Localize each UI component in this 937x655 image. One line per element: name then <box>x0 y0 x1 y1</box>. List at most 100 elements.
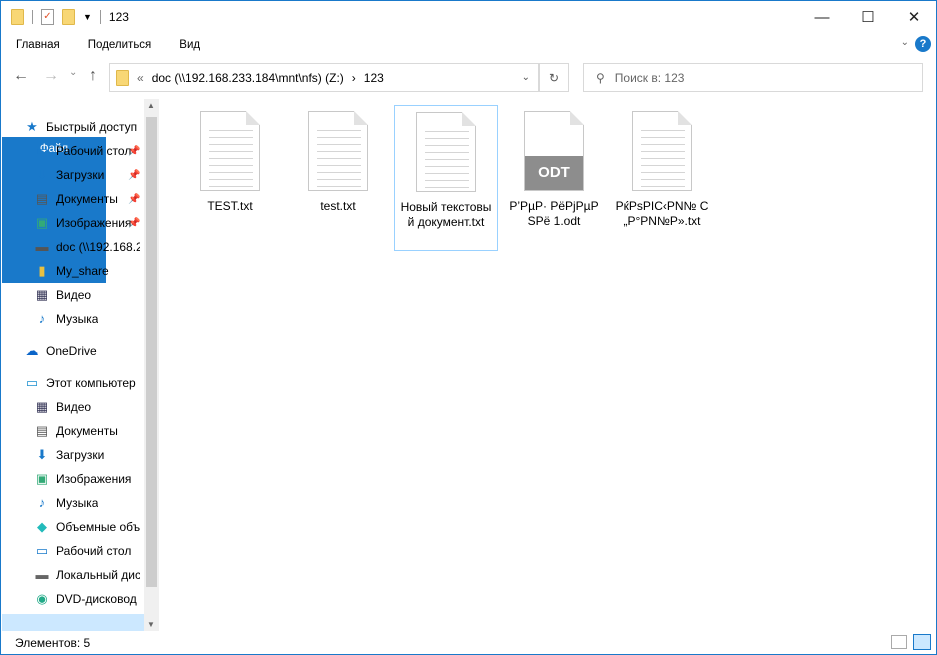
odt-badge: ODT <box>525 156 583 190</box>
sidebar-item-label: OneDrive <box>46 344 97 358</box>
recent-locations-icon[interactable]: ⌄ <box>69 67 77 95</box>
overflow-chevron[interactable]: « <box>137 71 144 85</box>
breadcrumb-drive[interactable]: doc (\\192.168.233.184\mnt\nfs) (Z:) <box>152 71 344 85</box>
up-button[interactable]: ↑ <box>89 67 97 95</box>
back-button[interactable]: ← <box>13 67 29 95</box>
sidebar-item[interactable]: ⬇ Загрузки <box>34 444 105 466</box>
sidebar-item-label: Быстрый доступ <box>46 120 138 134</box>
sidebar-item[interactable]: ▣ Изображения 📌 <box>34 212 141 234</box>
refresh-button[interactable]: ↻ <box>539 63 569 92</box>
forward-button[interactable]: → <box>43 67 59 95</box>
properties-icon[interactable]: ✓ <box>41 9 54 25</box>
divider <box>99 10 101 24</box>
navigation-pane: ★ Быстрый доступ ▭ Рабочий стол 📌 ⬇ Загрузки 📌 ▤… <box>2 99 158 631</box>
file-item[interactable]: TEST.txt <box>178 105 282 251</box>
sidebar-item-label: Документы <box>56 192 118 206</box>
sidebar-scrollbar[interactable]: ▲ ▼ <box>144 99 159 631</box>
new-folder-icon[interactable] <box>62 9 75 25</box>
pictures-icon: ▣ <box>35 471 49 486</box>
sidebar-item[interactable]: ▦ Видео <box>34 284 91 306</box>
sidebar-item-label: Изображения <box>56 216 132 230</box>
sidebar-item[interactable]: ▤ Документы <box>34 420 118 442</box>
details-view-button[interactable] <box>891 635 907 649</box>
sidebar-item[interactable]: ◉ DVD-дисковод (D:) <box>34 588 140 610</box>
sidebar-item-label: Видео <box>56 400 92 414</box>
music-icon: ♪ <box>38 495 46 510</box>
sidebar-item[interactable]: ☁ OneDrive <box>24 340 97 362</box>
customize-toolbar-icon[interactable]: ▼ <box>83 12 92 22</box>
explorer-window: ✓ ▼ 123 — ☐ ✕ Файл Главная Поделиться Ви… <box>0 0 937 655</box>
sidebar-item-label: Музыка <box>56 312 99 326</box>
sidebar-item[interactable]: ★ Быстрый доступ <box>24 116 137 138</box>
sidebar-item[interactable]: ▤ Документы 📌 <box>34 188 141 210</box>
file-item[interactable]: ODT P’PµP· PëPjPµPSPë 1.odt <box>502 105 606 251</box>
odt-file-icon: ODT <box>524 111 584 191</box>
sidebar-item-label: Видео <box>56 288 92 302</box>
sidebar-item[interactable]: ▭ Этот компьютер <box>24 372 136 394</box>
video-icon: ▦ <box>35 287 49 302</box>
sidebar-item-label: Изображения <box>56 472 132 486</box>
sidebar-item[interactable]: ▬ Локальный диск (C:) <box>34 564 141 586</box>
sidebar-item[interactable]: ▣ Изображения <box>34 468 132 490</box>
3d-objects-icon: ◆ <box>37 519 47 534</box>
desktop-icon: ▭ <box>35 543 49 558</box>
sidebar-item[interactable]: ▭ Рабочий стол <box>34 540 131 562</box>
music-icon: ♪ <box>38 311 46 326</box>
sidebar-item-label: Загрузки <box>56 168 105 182</box>
scrollbar-thumb[interactable] <box>146 117 157 587</box>
file-name: Новый текстовый документ.txt <box>400 200 492 229</box>
sidebar-item[interactable]: ▮ My_share <box>34 260 109 282</box>
title-bar: ✓ ▼ 123 — ☐ ✕ <box>1 1 936 33</box>
sidebar-item[interactable]: ▦ Видео <box>34 396 91 418</box>
breadcrumb-separator[interactable]: › <box>352 71 356 85</box>
minimize-button[interactable]: — <box>799 1 845 33</box>
divider <box>32 10 33 24</box>
pin-icon[interactable]: 📌 <box>128 170 140 181</box>
download-icon: ⬇ <box>36 167 48 182</box>
tab-view[interactable]: Вид <box>165 33 214 57</box>
search-input[interactable]: ⚲ Поиск в: 123 <box>583 63 923 92</box>
close-button[interactable]: ✕ <box>891 1 937 33</box>
large-icons-view-button[interactable] <box>913 634 931 650</box>
sidebar-item[interactable]: ♪ Музыка <box>34 492 99 514</box>
file-item[interactable]: test.txt <box>286 105 390 251</box>
file-item[interactable]: Новый текстовый документ.txt <box>394 105 498 251</box>
ribbon-tabs: Файл Главная Поделиться Вид ⌄ ? <box>2 33 935 283</box>
shared-folder-icon: ▮ <box>38 263 46 278</box>
sidebar-item[interactable]: ♪ Музыка <box>34 308 99 330</box>
sidebar-item[interactable]: ⬇ Загрузки 📌 <box>34 164 141 186</box>
file-name: TEST.txt <box>207 199 253 213</box>
sidebar-item-label: DVD-дисковод (D:) <box>56 592 140 606</box>
documents-icon: ▤ <box>35 423 49 438</box>
help-icon[interactable]: ? <box>915 36 931 52</box>
sidebar-item-label: Локальный диск (C:) <box>56 568 140 582</box>
file-name: test.txt <box>320 199 356 213</box>
sidebar-item-label: My_share <box>56 264 109 278</box>
tab-share[interactable]: Поделиться <box>74 33 166 57</box>
address-dropdown-icon[interactable]: ⌄ <box>522 72 530 83</box>
sidebar-item-label: doc (\\192.168.233.184\mnt\nfs) (Z:) <box>56 240 140 254</box>
pin-icon[interactable]: 📌 <box>128 146 140 157</box>
address-bar[interactable]: « doc (\\192.168.233.184\mnt\nfs) (Z:) ›… <box>109 63 539 92</box>
star-icon: ★ <box>26 119 38 134</box>
expand-ribbon-icon[interactable]: ⌄ <box>901 37 909 48</box>
video-icon: ▦ <box>35 399 49 414</box>
sidebar-item[interactable]: ▬ doc (\\192.168.233.184\mnt\nfs) (Z:) <box>34 236 141 258</box>
drive-icon: ▬ <box>35 567 49 582</box>
sidebar-item[interactable]: ▭ Рабочий стол 📌 <box>34 140 141 162</box>
file-item[interactable]: PќPsPIC‹PN№ C„P°PN№P».txt <box>610 105 714 251</box>
sidebar-item[interactable]: ◆ Объемные объекты <box>34 516 140 538</box>
sidebar-item-label: Документы <box>56 424 118 438</box>
pin-icon[interactable]: 📌 <box>128 218 140 229</box>
text-file-icon <box>632 111 692 191</box>
sidebar-item-label: Загрузки <box>56 448 105 462</box>
sidebar-item-label: Рабочий стол <box>56 544 132 558</box>
maximize-button[interactable]: ☐ <box>845 1 891 33</box>
breadcrumb-current[interactable]: 123 <box>364 71 384 85</box>
folder-icon <box>116 69 129 86</box>
search-icon: ⚲ <box>596 70 605 85</box>
pin-icon[interactable]: 📌 <box>128 194 140 205</box>
tab-home[interactable]: Главная <box>2 33 74 57</box>
desktop-icon: ▭ <box>35 143 49 158</box>
cloud-icon: ☁ <box>25 343 39 358</box>
